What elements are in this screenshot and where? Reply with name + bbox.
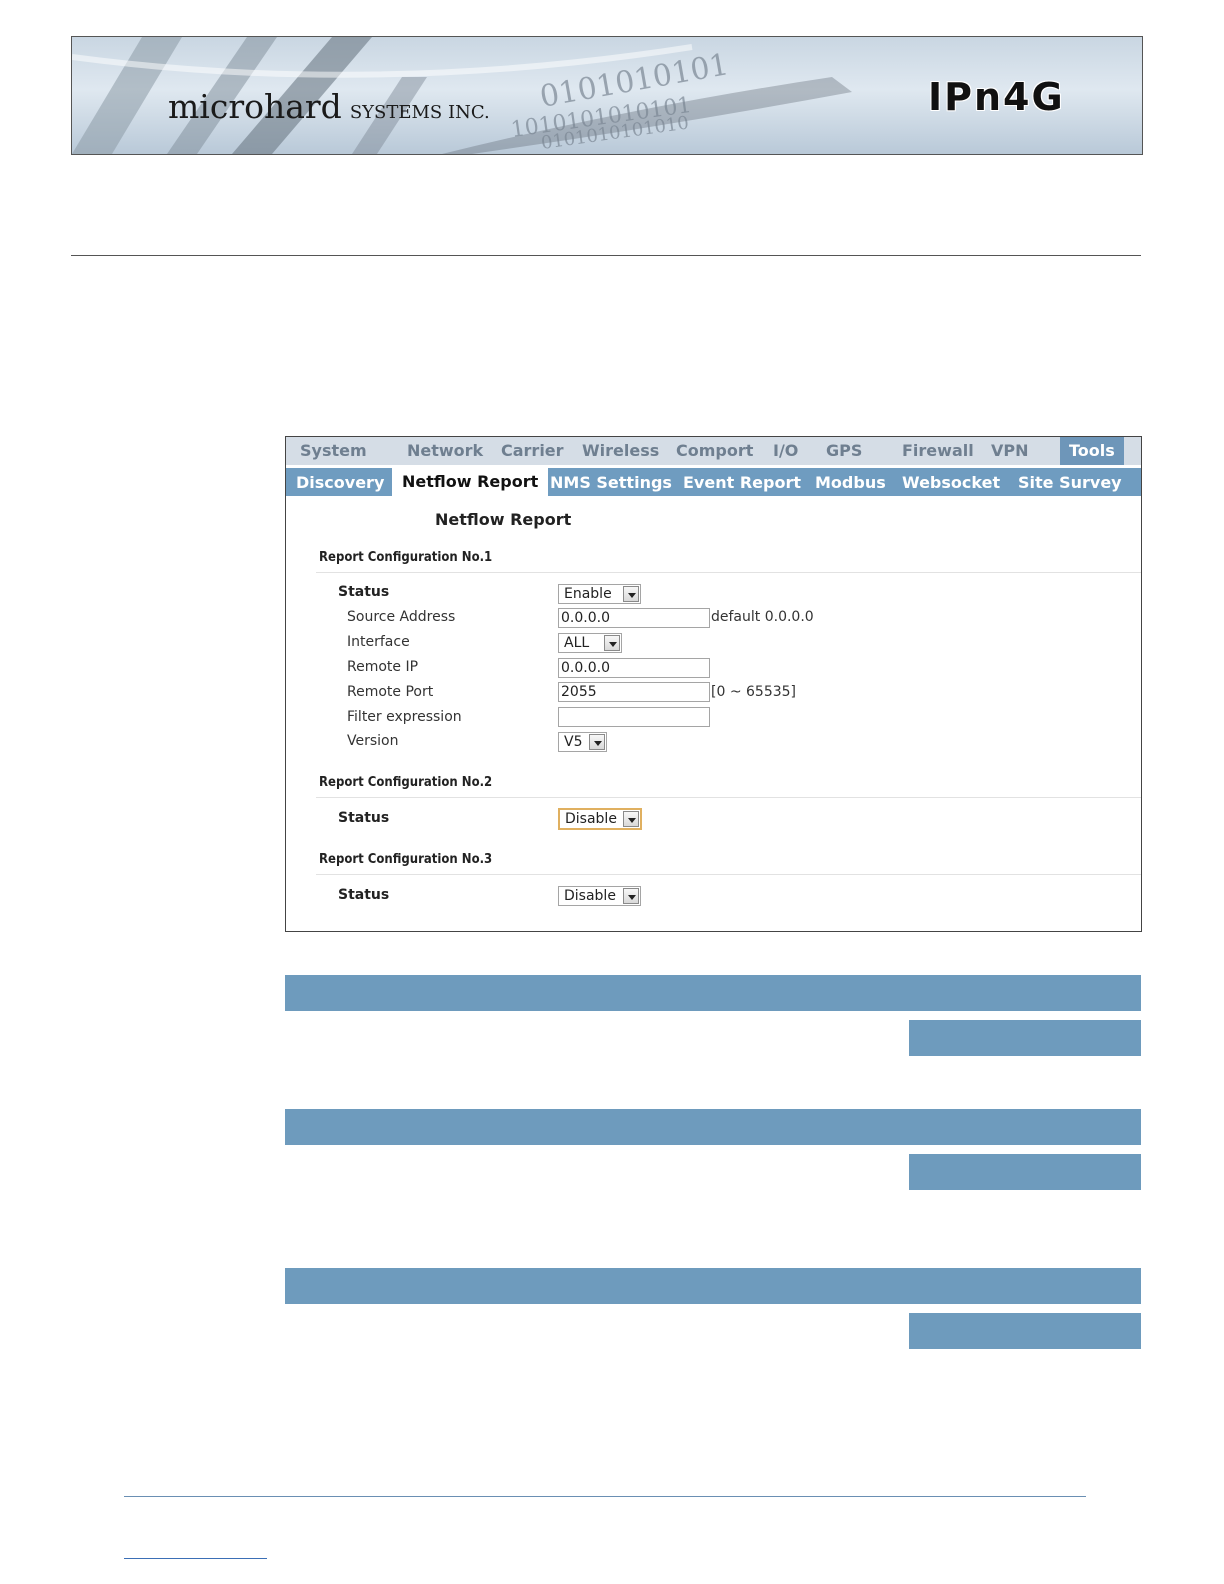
status-select-2[interactable]: Disable: [558, 808, 642, 830]
remote-port-input[interactable]: 2055: [558, 682, 710, 702]
tab-system[interactable]: System: [300, 441, 367, 460]
chevron-down-icon: [604, 635, 620, 651]
chevron-down-icon: [623, 888, 639, 904]
page-title: Netflow Report: [435, 510, 572, 529]
source-address-hint: default 0.0.0.0: [711, 609, 814, 625]
subtab-site-survey[interactable]: Site Survey: [1018, 473, 1122, 492]
status-label-3: Status: [338, 887, 390, 903]
interface-select[interactable]: ALL: [558, 633, 622, 653]
tab-wireless[interactable]: Wireless: [582, 441, 659, 460]
status-select-1-value: Enable: [564, 586, 612, 602]
table-value-bar-2: [909, 1154, 1141, 1190]
interface-label: Interface: [347, 634, 410, 650]
filter-expression-input[interactable]: [558, 707, 710, 727]
chevron-down-icon: [623, 586, 639, 602]
tab-network[interactable]: Network: [407, 441, 483, 460]
tab-comport[interactable]: Comport: [676, 441, 753, 460]
footer-divider: [124, 1496, 1086, 1497]
interface-select-value: ALL: [564, 635, 590, 651]
remote-port-hint: [0 ~ 65535]: [711, 684, 796, 700]
subtab-websocket[interactable]: Websocket: [902, 473, 1000, 492]
table-header-bar-1: [285, 975, 1141, 1011]
status-select-2-value: Disable: [565, 811, 617, 827]
subtab-modbus[interactable]: Modbus: [815, 473, 886, 492]
subtab-discovery[interactable]: Discovery: [296, 473, 384, 492]
table-value-bar-1: [909, 1020, 1141, 1056]
section-heading-3: Report Configuration No.3: [319, 852, 493, 867]
tab-tools[interactable]: Tools: [1060, 437, 1124, 465]
brand-suffix: SYSTEMS INC.: [349, 102, 490, 123]
status-select-1[interactable]: Enable: [558, 584, 641, 604]
remote-ip-input[interactable]: 0.0.0.0: [558, 658, 710, 678]
header-divider: [71, 255, 1141, 256]
source-address-label: Source Address: [347, 609, 456, 625]
filter-expression-label: Filter expression: [347, 709, 462, 725]
sub-navigation: Discovery Netflow Report NMS Settings Ev…: [286, 468, 1141, 496]
section-heading-1: Report Configuration No.1: [319, 550, 493, 565]
header-banner: 1010101010101 0101010101 0101010101010 m…: [71, 36, 1143, 155]
status-label-2: Status: [338, 810, 390, 826]
section-divider-3: [316, 874, 1141, 875]
footer-link-underline: [124, 1558, 267, 1559]
status-select-3-value: Disable: [564, 888, 616, 904]
version-label: Version: [347, 733, 399, 749]
chevron-down-icon: [589, 734, 605, 750]
table-value-bar-3: [909, 1313, 1141, 1349]
status-select-3[interactable]: Disable: [558, 886, 641, 906]
product-name: IPn4G: [928, 75, 1065, 119]
remote-ip-label: Remote IP: [347, 659, 419, 675]
tab-io[interactable]: I/O: [773, 441, 798, 460]
brand-name: microhard: [168, 87, 342, 126]
company-logo: microhard SYSTEMS INC.: [168, 87, 490, 126]
section-divider-2: [316, 797, 1141, 798]
source-address-input[interactable]: 0.0.0.0: [558, 608, 710, 628]
tab-firewall[interactable]: Firewall: [902, 441, 974, 460]
netflow-screenshot: System Network Carrier Wireless Comport …: [285, 436, 1142, 932]
table-header-bar-2: [285, 1109, 1141, 1145]
subtab-netflow-report[interactable]: Netflow Report: [392, 468, 549, 496]
tab-gps[interactable]: GPS: [826, 441, 862, 460]
subtab-event-report[interactable]: Event Report: [683, 473, 801, 492]
version-select[interactable]: V5: [558, 732, 607, 752]
section-divider-1: [316, 572, 1141, 573]
version-select-value: V5: [564, 734, 583, 750]
chevron-down-icon: [623, 811, 639, 827]
status-label-1: Status: [338, 584, 390, 600]
top-navigation: System Network Carrier Wireless Comport …: [286, 437, 1141, 465]
tab-carrier[interactable]: Carrier: [501, 441, 564, 460]
subtab-nms-settings[interactable]: NMS Settings: [550, 473, 672, 492]
section-heading-2: Report Configuration No.2: [319, 775, 493, 790]
table-header-bar-3: [285, 1268, 1141, 1304]
remote-port-label: Remote Port: [347, 684, 434, 700]
tab-vpn[interactable]: VPN: [991, 441, 1029, 460]
